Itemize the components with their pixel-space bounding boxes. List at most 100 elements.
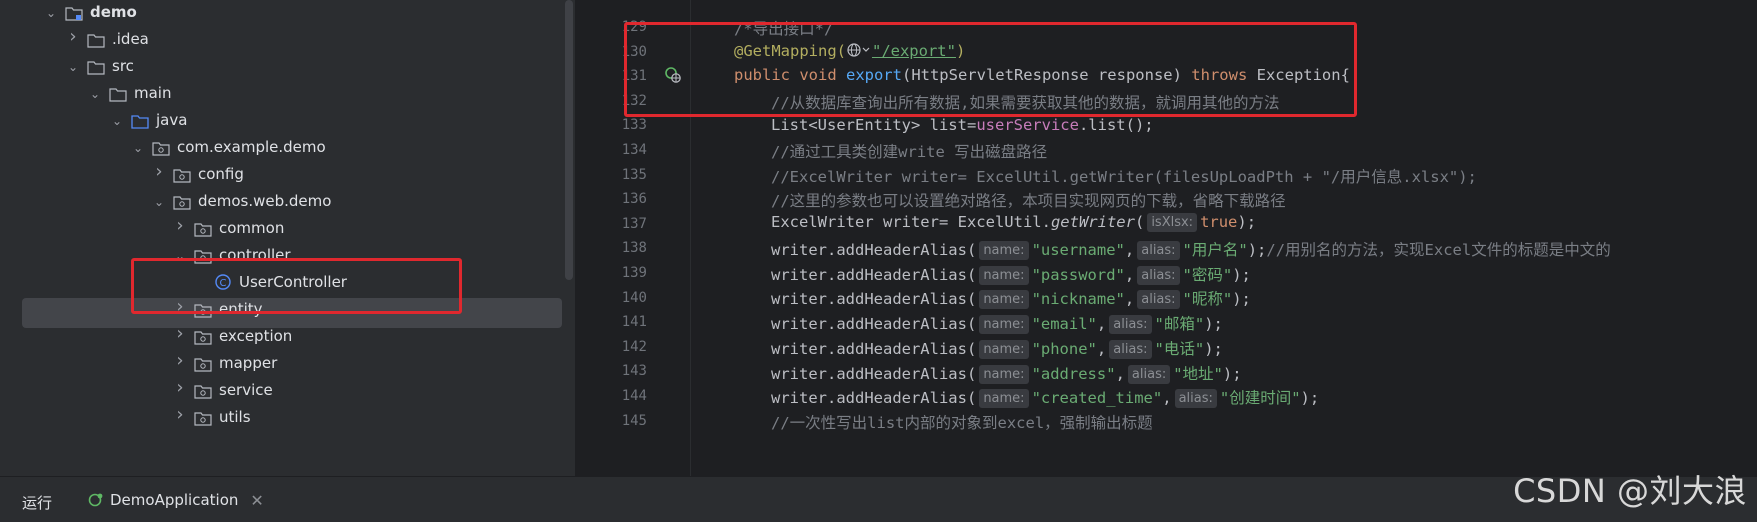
package-folder-icon bbox=[194, 330, 212, 345]
open-paren: ( bbox=[1134, 213, 1145, 231]
chevron-down-icon[interactable]: ⌄ bbox=[110, 114, 124, 128]
app-tab-label: DemoApplication bbox=[110, 491, 239, 509]
comma: , bbox=[1162, 389, 1172, 408]
keyword-true: true bbox=[1200, 213, 1238, 231]
chevron-right-icon[interactable]: › bbox=[173, 379, 187, 397]
code-line-137: ExcelWriter writer= ExcelUtil.getWriter(… bbox=[771, 213, 1256, 232]
tree-item-src[interactable]: ⌄ src bbox=[0, 52, 575, 82]
chevron-right-icon[interactable]: › bbox=[173, 406, 187, 424]
list-declaration: List<UserEntity> list= bbox=[771, 116, 977, 134]
chevron-down-icon[interactable]: ⌄ bbox=[88, 87, 102, 101]
spring-boot-run-icon bbox=[88, 492, 104, 508]
param-hint-name: name: bbox=[979, 364, 1029, 384]
line-number: 138 bbox=[621, 240, 647, 257]
user-service-field: userService bbox=[976, 116, 1079, 134]
chevron-right-icon[interactable]: › bbox=[173, 352, 187, 370]
chevron-right-icon[interactable]: › bbox=[173, 217, 187, 235]
param-hint-alias: alias: bbox=[1109, 315, 1152, 335]
tree-item-label: main bbox=[134, 84, 172, 102]
line-number: 133 bbox=[621, 117, 647, 134]
tree-item-mapper[interactable]: › mapper bbox=[0, 349, 575, 379]
alias-value-string: "密码" bbox=[1182, 265, 1233, 284]
inline-comment: //用别名的方法，实现Excel文件的标题是中文的 bbox=[1266, 241, 1611, 259]
package-folder-icon bbox=[194, 411, 212, 426]
chevron-down-icon[interactable]: ⌄ bbox=[66, 60, 80, 74]
call-end: ); bbox=[1222, 364, 1242, 383]
comma: , bbox=[1124, 265, 1135, 284]
source-folder-icon bbox=[131, 114, 149, 129]
alias-call: writer.addHeaderAlias( bbox=[771, 364, 977, 383]
package-folder-icon bbox=[194, 222, 212, 237]
tree-item-java[interactable]: ⌄ java bbox=[0, 106, 575, 136]
tree-item-exception[interactable]: › exception bbox=[0, 322, 575, 352]
param-hint-name: name: bbox=[979, 290, 1029, 310]
watermark: CSDN @刘大浪 bbox=[1513, 472, 1747, 510]
line-number: 134 bbox=[621, 142, 647, 158]
alias-call: writer.addHeaderAlias( bbox=[771, 290, 977, 309]
param-hint-alias: alias: bbox=[1127, 364, 1171, 384]
line-number: 136 bbox=[621, 191, 647, 208]
param-hint-alias: alias: bbox=[1109, 339, 1152, 359]
tree-item-label: service bbox=[219, 381, 273, 399]
comma: , bbox=[1096, 339, 1107, 358]
chevron-down-icon[interactable]: ⌄ bbox=[44, 6, 58, 20]
code-line-alias: writer.addHeaderAlias(name: "phone", alias… bbox=[771, 337, 1223, 359]
tree-item-common[interactable]: › common bbox=[0, 214, 575, 244]
highlight-box-export-method bbox=[624, 22, 1357, 117]
chevron-right-icon[interactable]: › bbox=[152, 163, 166, 181]
folder-icon bbox=[87, 60, 105, 75]
chevron-right-icon[interactable]: › bbox=[66, 28, 80, 46]
line-number: 144 bbox=[621, 388, 647, 404]
tree-item-label: demo bbox=[90, 3, 137, 21]
code-line-134: //通过工具类创建write 写出磁盘路径 bbox=[771, 143, 1048, 161]
package-folder-icon bbox=[173, 168, 191, 183]
code-line-alias: writer.addHeaderAlias(name: "created_time… bbox=[771, 386, 1320, 409]
run-tab[interactable]: 运行 bbox=[22, 492, 52, 513]
bottom-tool-bar: 运行 DemoApplication ✕ bbox=[0, 476, 1757, 522]
close-icon[interactable]: ✕ bbox=[250, 491, 263, 510]
alias-value-string: "电话" bbox=[1154, 339, 1205, 358]
call-end: ); bbox=[1232, 265, 1251, 284]
tree-scrollbar[interactable] bbox=[565, 0, 573, 280]
list-call: .list(); bbox=[1078, 116, 1154, 134]
alias-call: writer.addHeaderAlias( bbox=[771, 315, 977, 334]
comma: , bbox=[1096, 315, 1107, 334]
tree-item-label: .idea bbox=[112, 30, 149, 48]
alias-call: writer.addHeaderAlias( bbox=[771, 241, 977, 259]
chevron-right-icon[interactable]: › bbox=[173, 325, 187, 343]
alias-call: writer.addHeaderAlias( bbox=[771, 389, 977, 408]
alias-name-string: "phone" bbox=[1031, 339, 1097, 358]
comma: , bbox=[1124, 290, 1135, 309]
alias-value-string: "创建时间" bbox=[1219, 389, 1301, 408]
tree-item-main[interactable]: ⌄ main bbox=[0, 79, 575, 109]
code-line-145: //一次性写出list内部的对象到excel，强制输出标题 bbox=[771, 414, 1153, 432]
tree-item-label: com.example.demo bbox=[177, 138, 326, 156]
tree-item-config[interactable]: › config bbox=[0, 160, 575, 190]
tree-item-label: common bbox=[219, 219, 285, 237]
tree-item-label: mapper bbox=[219, 354, 278, 372]
alias-name-string: "username" bbox=[1031, 241, 1125, 259]
tree-item-demo[interactable]: ⌄ demo bbox=[0, 0, 575, 28]
demo-application-tab[interactable]: DemoApplication ✕ bbox=[88, 485, 264, 515]
code-line-alias: writer.addHeaderAlias(name: "nickname", al… bbox=[771, 287, 1251, 310]
call-end: ); bbox=[1300, 389, 1320, 408]
code-line-alias: writer.addHeaderAlias(name: "address", ali… bbox=[771, 362, 1242, 384]
tree-item-service[interactable]: › service bbox=[0, 376, 575, 406]
tree-item-label: config bbox=[198, 165, 244, 183]
call-end: ); bbox=[1204, 339, 1223, 358]
alias-call: writer.addHeaderAlias( bbox=[771, 339, 977, 358]
code-line-alias: writer.addHeaderAlias(name: "username", al… bbox=[771, 238, 1611, 260]
tree-item-idea[interactable]: › .idea bbox=[0, 25, 575, 55]
param-hint-alias: alias: bbox=[1174, 389, 1217, 409]
close-paren: ); bbox=[1237, 213, 1257, 231]
chevron-down-icon[interactable]: ⌄ bbox=[131, 141, 145, 155]
code-line-alias: writer.addHeaderAlias(name: "email", alias… bbox=[771, 312, 1223, 335]
folder-icon bbox=[87, 33, 105, 48]
param-hint-isxlsx: isXlsx: bbox=[1147, 213, 1198, 232]
tree-item-utils[interactable]: › utils bbox=[0, 403, 575, 433]
tree-item-demos-web-demo[interactable]: ⌄ demos.web.demo bbox=[0, 187, 575, 217]
tree-item-com-example-demo[interactable]: ⌄ com.example.demo bbox=[0, 133, 575, 163]
chevron-down-icon[interactable]: ⌄ bbox=[152, 195, 166, 209]
folder-icon bbox=[109, 87, 127, 102]
code-line-133: List<UserEntity> list=userService.list()… bbox=[771, 116, 1154, 134]
